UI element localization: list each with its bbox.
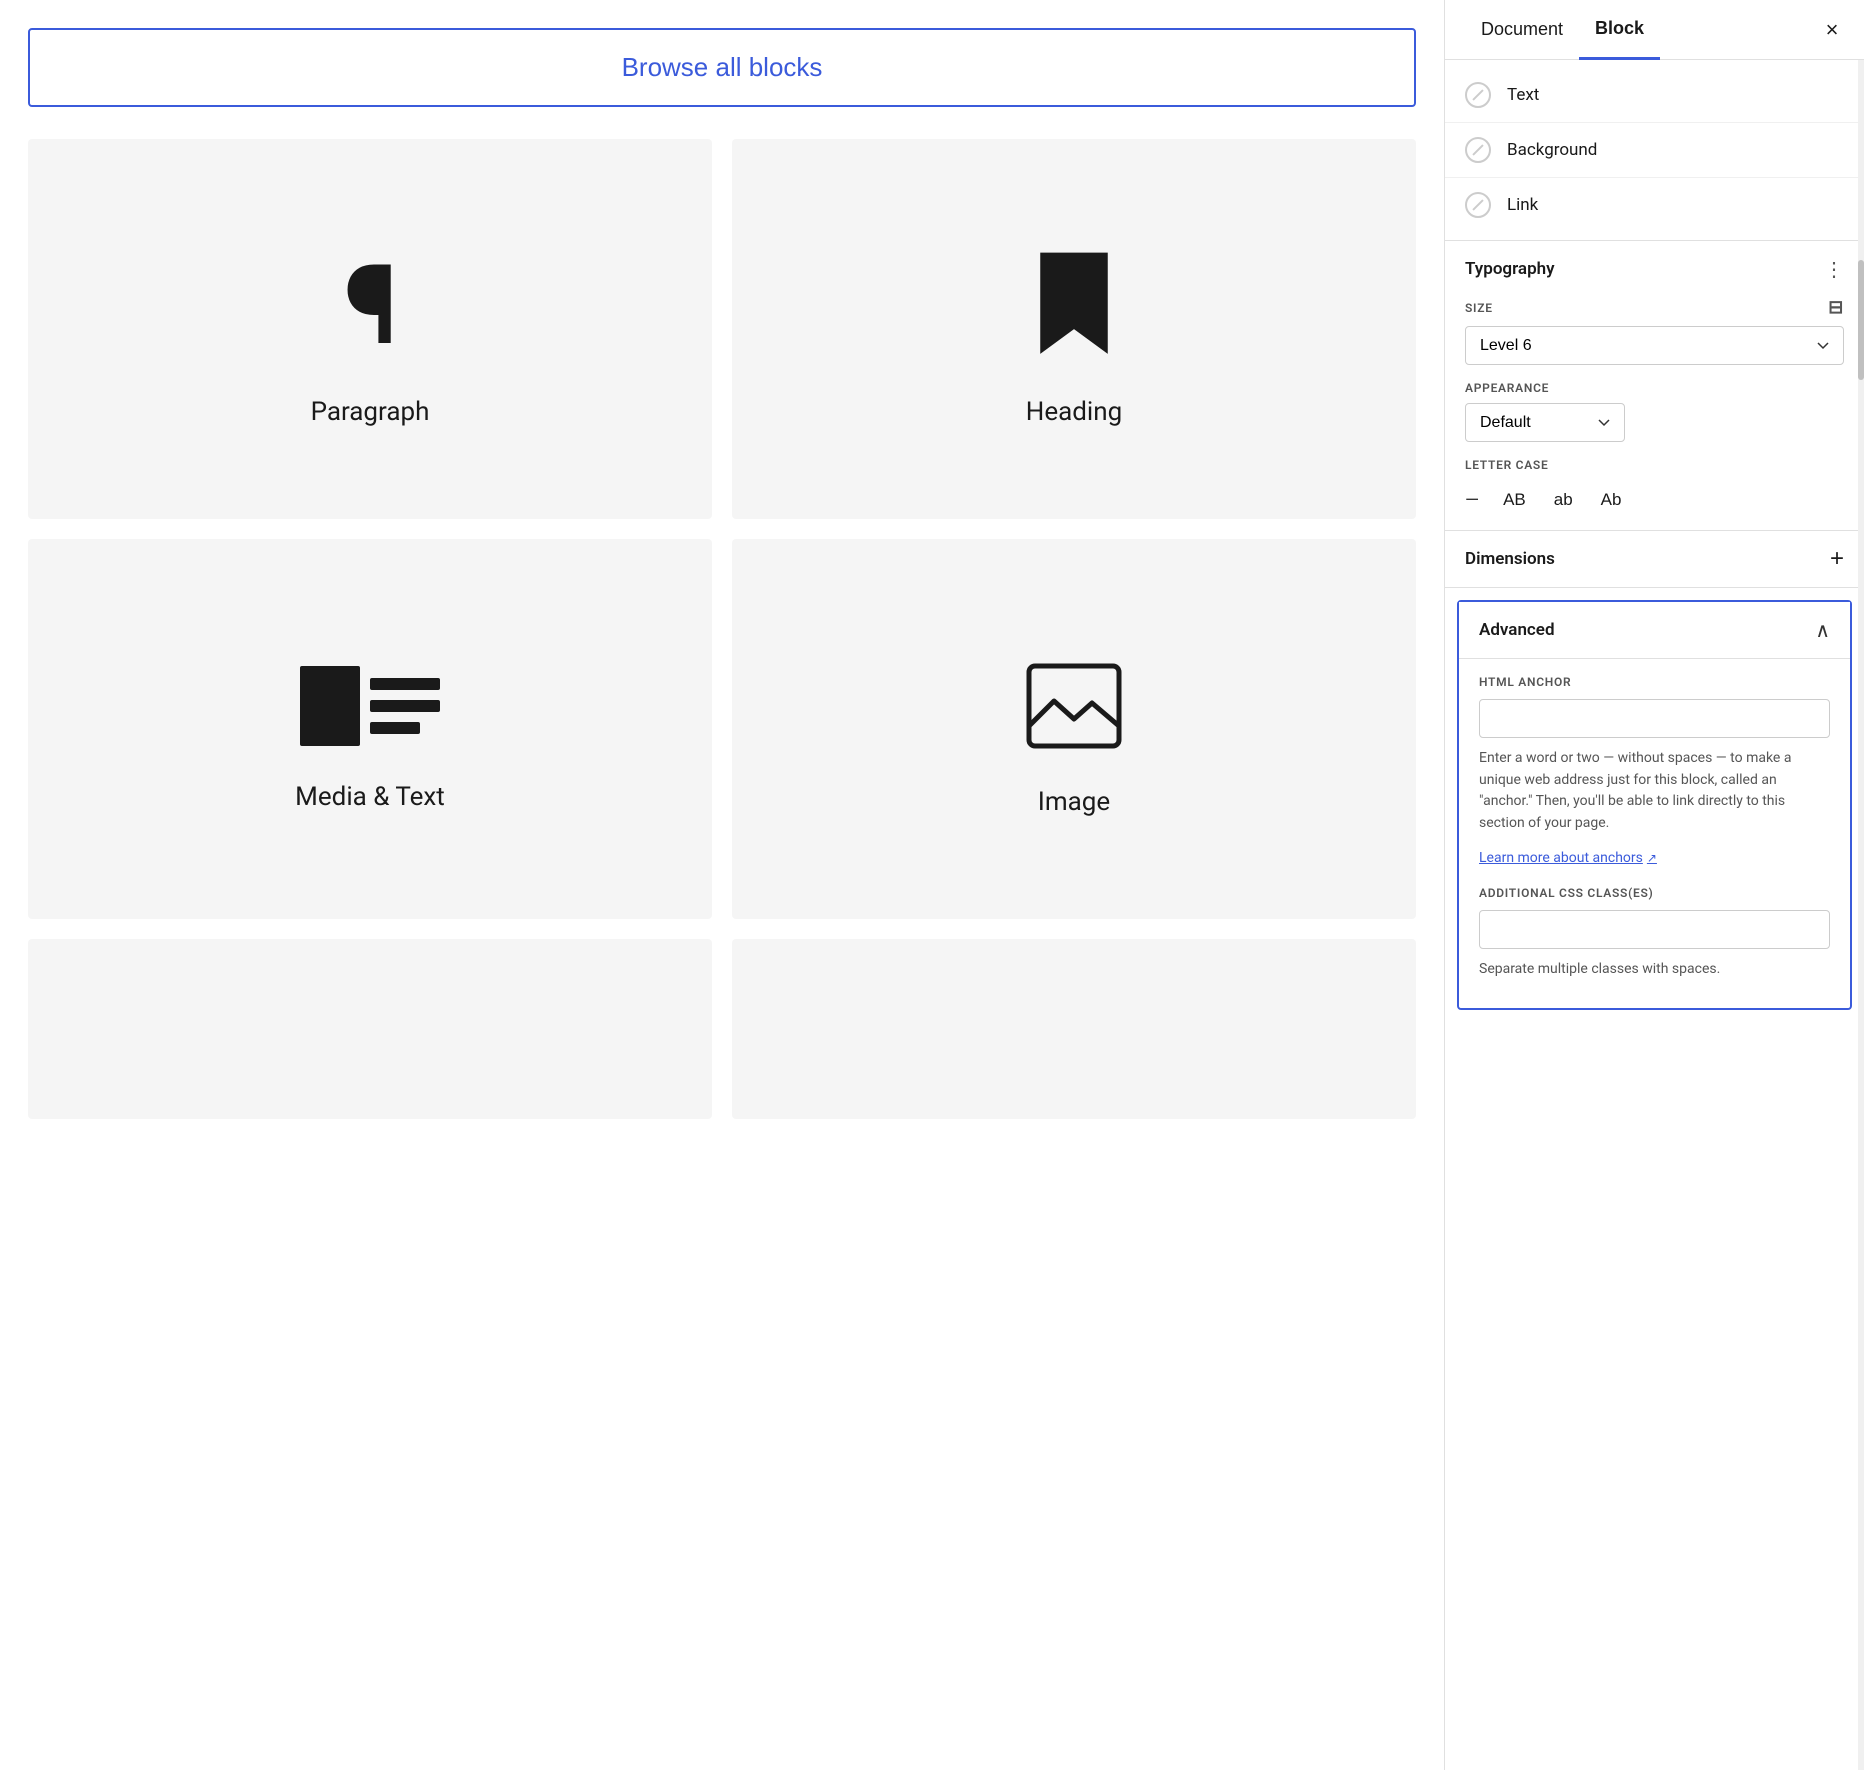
advanced-chevron-icon: ∧ — [1815, 618, 1830, 642]
tab-document[interactable]: Document — [1465, 1, 1579, 58]
color-row-link[interactable]: Link — [1445, 178, 1864, 232]
advanced-section: Advanced ∧ HTML ANCHOR Enter a word or t… — [1457, 600, 1852, 1010]
block-item-image[interactable]: Image — [732, 539, 1416, 919]
color-row-background[interactable]: Background — [1445, 123, 1864, 178]
browse-all-button[interactable]: Browse all blocks — [28, 28, 1416, 107]
letter-case-none-button[interactable]: — — [1465, 490, 1479, 511]
link-color-label: Link — [1507, 195, 1538, 215]
dimensions-add-button[interactable]: + — [1830, 547, 1844, 571]
paragraph-icon: ¶ — [343, 251, 397, 361]
image-label: Image — [1038, 787, 1110, 817]
size-filter-icon[interactable]: ⊟ — [1828, 297, 1844, 318]
background-color-icon — [1465, 137, 1491, 163]
advanced-content: HTML ANCHOR Enter a word or two — withou… — [1459, 658, 1850, 1008]
appearance-select[interactable]: Default — [1465, 403, 1625, 442]
tab-block[interactable]: Block — [1579, 0, 1660, 60]
dimensions-header: Dimensions + — [1465, 547, 1844, 571]
css-helper-text: Separate multiple classes with spaces. — [1479, 959, 1830, 981]
letter-case-label: LETTER CASE — [1465, 458, 1844, 472]
size-select[interactable]: Level 6 — [1465, 326, 1844, 365]
letter-case-upper-button[interactable]: AB — [1499, 486, 1530, 514]
scrollbar-thumb[interactable] — [1858, 260, 1864, 380]
html-anchor-helper: Enter a word or two — without spaces — t… — [1479, 748, 1830, 835]
typography-title: Typography — [1465, 259, 1555, 279]
additional-css-label: ADDITIONAL CSS CLASS(ES) — [1479, 886, 1830, 900]
html-anchor-input[interactable] — [1479, 699, 1830, 738]
right-panel: Document Block × Text Background Link Ty… — [1444, 0, 1864, 1770]
link-color-icon — [1465, 192, 1491, 218]
color-section: Text Background Link — [1445, 60, 1864, 241]
html-anchor-label: HTML ANCHOR — [1479, 675, 1830, 689]
media-text-label: Media & Text — [295, 782, 445, 812]
close-panel-button[interactable]: × — [1816, 14, 1848, 46]
text-color-icon — [1465, 82, 1491, 108]
letter-case-row: — AB ab Ab — [1465, 486, 1844, 514]
block-item-media-text[interactable]: Media & Text — [28, 539, 712, 919]
additional-css-input[interactable] — [1479, 910, 1830, 949]
panel-header: Document Block × — [1445, 0, 1864, 60]
heading-label: Heading — [1026, 397, 1122, 427]
block-item-partial-2 — [732, 939, 1416, 1119]
media-text-icon — [300, 666, 440, 746]
block-item-partial — [28, 939, 712, 1119]
dimensions-section: Dimensions + — [1445, 531, 1864, 588]
size-label: SIZE ⊟ — [1465, 297, 1844, 318]
advanced-title: Advanced — [1479, 620, 1555, 640]
heading-icon — [1029, 251, 1119, 361]
letter-case-capitalize-button[interactable]: Ab — [1597, 486, 1626, 514]
image-icon — [1024, 661, 1124, 751]
appearance-label: APPEARANCE — [1465, 381, 1844, 395]
advanced-header[interactable]: Advanced ∧ — [1459, 602, 1850, 658]
left-panel: Browse all blocks ¶ Paragraph Heading — [0, 0, 1444, 1770]
learn-more-anchor-link[interactable]: Learn more about anchors ↗ — [1479, 850, 1657, 866]
letter-case-lower-button[interactable]: ab — [1550, 486, 1577, 514]
scrollbar-track — [1858, 60, 1864, 1770]
block-item-paragraph[interactable]: ¶ Paragraph — [28, 139, 712, 519]
dimensions-title: Dimensions — [1465, 549, 1555, 569]
blocks-grid: ¶ Paragraph Heading — [28, 139, 1416, 1119]
typography-options-button[interactable]: ⋮ — [1824, 257, 1844, 281]
external-link-icon: ↗ — [1647, 851, 1657, 865]
block-item-heading[interactable]: Heading — [732, 139, 1416, 519]
background-color-label: Background — [1507, 140, 1597, 160]
paragraph-label: Paragraph — [311, 397, 430, 427]
color-row-text[interactable]: Text — [1445, 68, 1864, 123]
typography-section: Typography ⋮ SIZE ⊟ Level 6 APPEARANCE D… — [1445, 241, 1864, 531]
text-color-label: Text — [1507, 85, 1539, 105]
typography-header: Typography ⋮ — [1465, 257, 1844, 281]
